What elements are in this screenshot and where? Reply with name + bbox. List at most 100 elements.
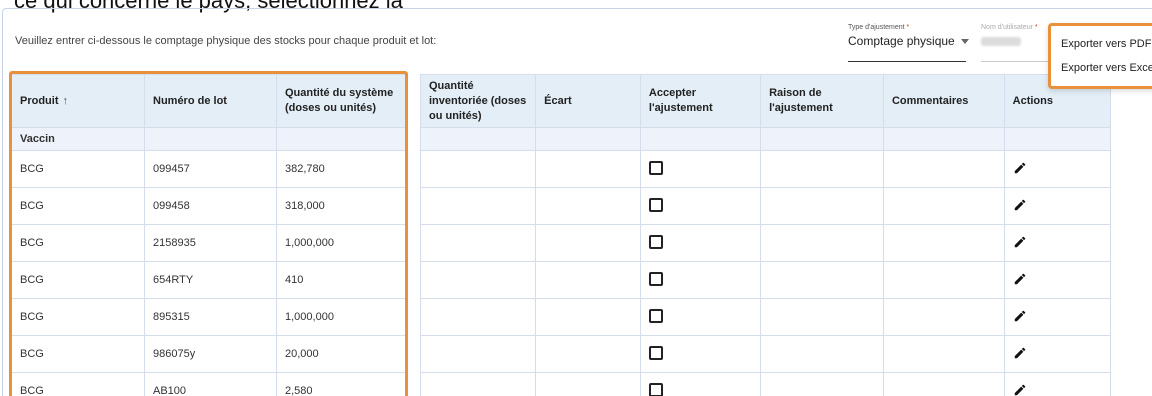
column-header-adjustment-reason[interactable]: Raison de l'ajustement <box>760 74 884 128</box>
export-menu: Exporter vers PDF Exporter vers Excel <box>1048 23 1152 89</box>
cell-accept-adjustment <box>639 224 762 262</box>
cell-lot: 895315 <box>144 298 277 336</box>
table-row <box>419 298 1152 336</box>
cell-variance <box>535 224 641 262</box>
cell-comments[interactable] <box>882 261 1005 299</box>
pencil-icon[interactable] <box>1013 272 1027 286</box>
cell-system-quantity: 382,780 <box>276 150 407 188</box>
adjustment-type-select[interactable]: Type d'ajustement * Comptage physique <box>848 24 969 62</box>
cell-comments[interactable] <box>882 372 1005 396</box>
column-header-variance[interactable]: Écart <box>535 74 641 128</box>
cell-lot: 2158935 <box>144 224 277 262</box>
column-header-product[interactable]: Produit ↑ <box>11 74 145 128</box>
cell-lot: 099458 <box>144 187 277 225</box>
pencil-icon[interactable] <box>1013 198 1027 212</box>
cell-comments[interactable] <box>882 335 1005 373</box>
cell-accept-adjustment <box>639 372 762 396</box>
cell-variance <box>535 187 641 225</box>
checkbox-unchecked-icon[interactable] <box>648 382 663 396</box>
cell-product: BCG <box>11 187 145 225</box>
cell-product: BCG <box>11 298 145 336</box>
table-row <box>419 335 1152 373</box>
checkbox-unchecked-icon[interactable] <box>648 345 663 360</box>
column-header-comments[interactable]: Commentaires <box>882 74 1005 128</box>
cell-comments[interactable] <box>882 224 1005 262</box>
cell-actions <box>1003 187 1111 225</box>
cell-accept-adjustment <box>639 261 762 299</box>
cell-comments[interactable] <box>882 150 1005 188</box>
cell-comments[interactable] <box>882 187 1005 225</box>
product-lot-table: Produit ↑ Numéro de lot Quantité du systè… <box>11 74 407 396</box>
checkbox-unchecked-icon[interactable] <box>648 234 663 249</box>
checkbox-unchecked-icon[interactable] <box>648 197 663 212</box>
column-header-system-quantity[interactable]: Quantité du système (doses ou unités) <box>276 74 407 128</box>
adjustment-type-label: Type d'ajustement * <box>848 24 910 31</box>
cell-inventoried-quantity[interactable] <box>419 372 537 396</box>
cell-inventoried-quantity[interactable] <box>419 150 537 188</box>
table-row: BCG AB100 2,580 <box>11 372 407 396</box>
pencil-icon[interactable] <box>1013 161 1027 175</box>
cell-lot: AB100 <box>144 372 277 396</box>
cell-accept-adjustment <box>639 187 762 225</box>
cell-system-quantity: 1,000,000 <box>276 298 407 336</box>
table-row <box>419 187 1152 225</box>
cell-product: BCG <box>11 335 145 373</box>
column-header-lot[interactable]: Numéro de lot <box>144 74 277 128</box>
cell-adjustment-reason[interactable] <box>760 187 884 225</box>
cell-variance <box>535 150 641 188</box>
cell-system-quantity: 318,000 <box>276 187 407 225</box>
cell-lot: 986075y <box>144 335 277 373</box>
export-pdf-menu-item[interactable]: Exporter vers PDF <box>1051 32 1152 56</box>
cell-variance <box>535 372 641 396</box>
cell-accept-adjustment <box>639 335 762 373</box>
table-row: BCG 986075y 20,000 <box>11 335 407 373</box>
adjustment-type-value: Comptage physique <box>848 34 955 48</box>
table-row <box>419 150 1152 188</box>
cell-lot: 099457 <box>144 150 277 188</box>
cell-adjustment-reason[interactable] <box>760 150 884 188</box>
pencil-icon[interactable] <box>1013 346 1027 360</box>
group-row-label: Vaccin <box>11 127 145 151</box>
cell-accept-adjustment <box>639 150 762 188</box>
caret-down-icon <box>960 39 969 45</box>
username-value-redacted <box>981 37 1021 46</box>
arrow-up-icon[interactable]: ↑ <box>63 95 69 107</box>
table-row: BCG 895315 1,000,000 <box>11 298 407 336</box>
cell-product: BCG <box>11 224 145 262</box>
cell-variance <box>535 335 641 373</box>
cell-inventoried-quantity[interactable] <box>419 224 537 262</box>
cell-adjustment-reason[interactable] <box>760 261 884 299</box>
cell-product: BCG <box>11 372 145 396</box>
cell-comments[interactable] <box>882 298 1005 336</box>
cell-actions <box>1003 335 1111 373</box>
cell-actions <box>1003 261 1111 299</box>
cell-inventoried-quantity[interactable] <box>419 187 537 225</box>
cell-actions <box>1003 150 1111 188</box>
pencil-icon[interactable] <box>1013 235 1027 249</box>
table-row <box>419 372 1152 396</box>
pencil-icon[interactable] <box>1013 309 1027 323</box>
table-row: BCG 654RTY 410 <box>11 261 407 299</box>
cell-adjustment-reason[interactable] <box>760 298 884 336</box>
column-header-inventoried-quantity[interactable]: Quantité inventoriée (doses ou unités) <box>419 74 537 128</box>
cell-actions <box>1003 224 1111 262</box>
cell-inventoried-quantity[interactable] <box>419 298 537 336</box>
checkbox-unchecked-icon[interactable] <box>648 308 663 323</box>
username-field[interactable]: Nom d'utilisateur * <box>981 24 1051 62</box>
table-row: BCG 099457 382,780 <box>11 150 407 188</box>
checkbox-unchecked-icon[interactable] <box>648 271 663 286</box>
cell-inventoried-quantity[interactable] <box>419 261 537 299</box>
pencil-icon[interactable] <box>1013 383 1027 396</box>
cell-actions <box>1003 298 1111 336</box>
cell-system-quantity: 20,000 <box>276 335 407 373</box>
column-header-accept-adjustment[interactable]: Accepter l'ajustement <box>639 74 762 128</box>
export-excel-menu-item[interactable]: Exporter vers Excel <box>1051 56 1152 80</box>
instructions-text: Veuillez entrer ci-dessous le comptage p… <box>15 35 437 47</box>
cell-adjustment-reason[interactable] <box>760 335 884 373</box>
cell-variance <box>535 261 641 299</box>
table-row <box>419 224 1152 262</box>
cell-adjustment-reason[interactable] <box>760 372 884 396</box>
cell-adjustment-reason[interactable] <box>760 224 884 262</box>
cell-inventoried-quantity[interactable] <box>419 335 537 373</box>
checkbox-unchecked-icon[interactable] <box>648 160 663 175</box>
